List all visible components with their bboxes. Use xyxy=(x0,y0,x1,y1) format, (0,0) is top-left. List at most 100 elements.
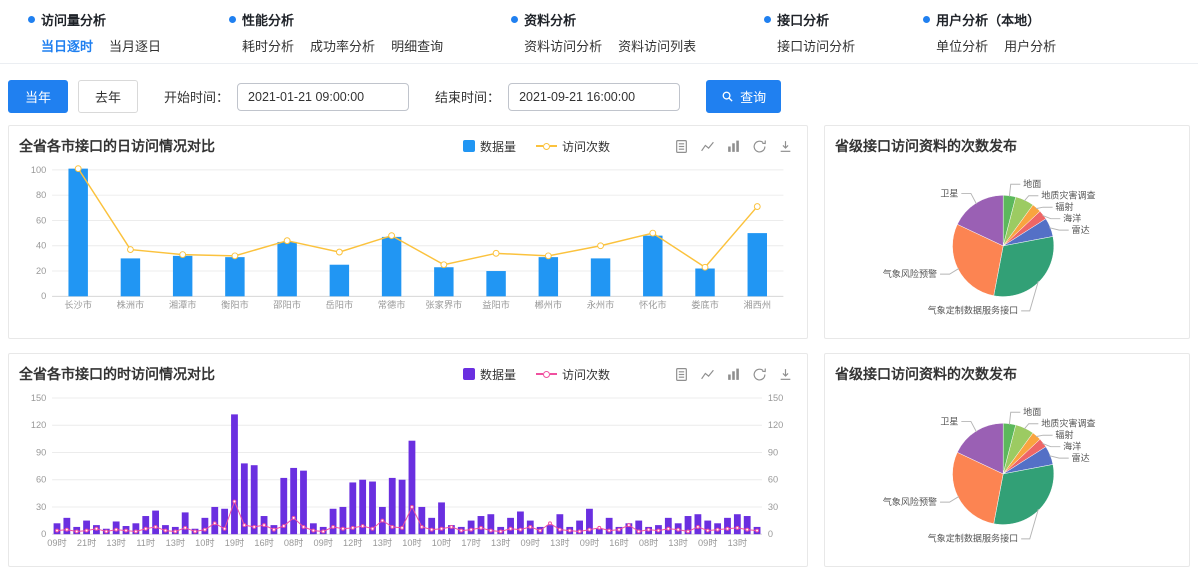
svg-text:10时: 10时 xyxy=(432,537,451,548)
start-time-label: 开始时间： xyxy=(164,87,229,106)
switch-bar-chart-icon[interactable] xyxy=(726,139,741,154)
nav-item-success-rate-analysis[interactable]: 成功率分析 xyxy=(310,36,375,55)
svg-text:150: 150 xyxy=(768,393,783,403)
svg-text:辐射: 辐射 xyxy=(1055,201,1073,212)
data-view-icon[interactable] xyxy=(674,139,689,154)
svg-text:气象定制数据服务接口: 气象定制数据服务接口 xyxy=(928,533,1019,544)
data-view-icon[interactable] xyxy=(674,367,689,382)
switch-bar-chart-icon[interactable] xyxy=(726,367,741,382)
nav-item-data-access-analysis[interactable]: 资料访问分析 xyxy=(524,36,602,55)
svg-text:60: 60 xyxy=(768,475,778,485)
chart-legend: 数据量 访问次数 xyxy=(463,138,610,155)
legend-item-data-volume[interactable]: 数据量 xyxy=(463,366,516,383)
nav-group-title: 接口分析 xyxy=(777,10,829,29)
svg-text:08时: 08时 xyxy=(284,537,303,548)
nav-item-time-cost-analysis[interactable]: 耗时分析 xyxy=(242,36,294,55)
restore-icon[interactable] xyxy=(752,139,767,154)
bullet-icon xyxy=(511,16,518,23)
svg-text:邵阳市: 邵阳市 xyxy=(273,299,301,310)
svg-text:湘西州: 湘西州 xyxy=(743,299,771,310)
svg-text:13时: 13时 xyxy=(728,537,747,548)
svg-text:衡阳市: 衡阳市 xyxy=(221,299,249,310)
bullet-icon xyxy=(923,16,930,23)
end-time-input[interactable] xyxy=(508,83,680,111)
last-year-button[interactable]: 去年 xyxy=(78,80,138,113)
svg-text:08时: 08时 xyxy=(639,537,658,548)
switch-line-chart-icon[interactable] xyxy=(700,139,715,154)
svg-text:90: 90 xyxy=(768,447,778,457)
this-year-button[interactable]: 当年 xyxy=(8,80,68,113)
svg-text:0: 0 xyxy=(41,529,46,539)
nav-group-title: 性能分析 xyxy=(242,10,294,29)
svg-text:雷达: 雷达 xyxy=(1072,452,1090,463)
panel-title: 省级接口访问资料的次数发布 xyxy=(835,136,1017,156)
nav-item-data-access-list[interactable]: 资料访问列表 xyxy=(618,36,696,55)
svg-text:13时: 13时 xyxy=(166,537,185,548)
nav-item-user-analysis[interactable]: 用户分析 xyxy=(1004,36,1056,55)
switch-line-chart-icon[interactable] xyxy=(700,367,715,382)
nav-group-performance: 性能分析 耗时分析 成功率分析 明细查询 xyxy=(229,10,443,55)
svg-text:10时: 10时 xyxy=(402,537,421,548)
province-access-pie-chart-top[interactable]: 地面地质灾害调查辐射海洋雷达气象定制数据服务接口气象风险预警卫星 xyxy=(835,158,1179,330)
nav-group-data: 资料分析 资料访问分析 资料访问列表 xyxy=(511,10,696,55)
svg-text:13时: 13时 xyxy=(373,537,392,548)
svg-text:地面: 地面 xyxy=(1023,178,1041,189)
query-button-label: 查询 xyxy=(740,87,766,106)
nav-item-interface-access-analysis[interactable]: 接口访问分析 xyxy=(777,36,855,55)
nav-group-visits: 访问量分析 当日逐时 当月逐日 xyxy=(28,10,161,55)
nav-group-title: 用户分析（本地） xyxy=(936,10,1040,29)
svg-text:娄底市: 娄底市 xyxy=(691,299,719,310)
filter-bar: 当年 去年 开始时间： 结束时间： 查询 xyxy=(0,64,1198,125)
bullet-icon xyxy=(764,16,771,23)
panel-title: 全省各市接口的日访问情况对比 xyxy=(19,136,215,156)
nav-item-daily-this-month[interactable]: 当月逐日 xyxy=(109,36,161,55)
top-navigation: 访问量分析 当日逐时 当月逐日 性能分析 耗时分析 成功率分析 明细查询 资料分… xyxy=(0,0,1198,64)
legend-item-visit-count[interactable]: 访问次数 xyxy=(536,366,610,383)
svg-text:16时: 16时 xyxy=(254,537,273,548)
restore-icon[interactable] xyxy=(752,367,767,382)
svg-text:30: 30 xyxy=(36,502,46,512)
svg-text:雷达: 雷达 xyxy=(1072,224,1090,235)
nav-item-unit-analysis[interactable]: 单位分析 xyxy=(936,36,988,55)
legend-item-data-volume[interactable]: 数据量 xyxy=(463,138,516,155)
nav-item-hourly-today[interactable]: 当日逐时 xyxy=(41,36,93,55)
svg-text:长沙市: 长沙市 xyxy=(64,299,92,310)
svg-text:09时: 09时 xyxy=(698,537,717,548)
svg-text:09时: 09时 xyxy=(580,537,599,548)
panel-title: 省级接口访问资料的次数发布 xyxy=(835,364,1017,384)
svg-text:地质灾害调查: 地质灾害调查 xyxy=(1041,190,1095,201)
legend-item-visit-count[interactable]: 访问次数 xyxy=(536,138,610,155)
legend-swatch-icon xyxy=(536,371,557,378)
svg-text:17时: 17时 xyxy=(461,537,480,548)
legend-label: 访问次数 xyxy=(562,366,610,383)
panel-hourly-comparison: 全省各市接口的时访问情况对比 数据量 访问次数 xyxy=(8,353,808,567)
svg-text:郴州市: 郴州市 xyxy=(534,299,562,310)
svg-text:0: 0 xyxy=(768,529,773,539)
svg-text:气象定制数据服务接口: 气象定制数据服务接口 xyxy=(928,305,1019,316)
svg-text:湘潭市: 湘潭市 xyxy=(169,299,197,310)
svg-text:永州市: 永州市 xyxy=(587,299,615,310)
svg-text:岳阳市: 岳阳市 xyxy=(326,299,354,310)
start-time-input[interactable] xyxy=(237,83,409,111)
legend-swatch-icon xyxy=(463,140,475,152)
download-icon[interactable] xyxy=(778,367,793,382)
province-access-pie-chart-bottom[interactable]: 地面地质灾害调查辐射海洋雷达气象定制数据服务接口气象风险预警卫星 xyxy=(835,386,1179,558)
bullet-icon xyxy=(28,16,35,23)
chart-toolbox xyxy=(674,367,793,382)
search-icon xyxy=(721,90,734,103)
query-button[interactable]: 查询 xyxy=(706,80,781,113)
download-icon[interactable] xyxy=(778,139,793,154)
svg-text:益阳市: 益阳市 xyxy=(482,299,510,310)
svg-text:13时: 13时 xyxy=(668,537,687,548)
svg-text:张家界市: 张家界市 xyxy=(425,299,462,310)
svg-text:常德市: 常德市 xyxy=(378,299,406,310)
svg-text:13时: 13时 xyxy=(491,537,510,548)
svg-text:21时: 21时 xyxy=(77,537,96,548)
svg-text:60: 60 xyxy=(36,215,46,225)
panel-title: 全省各市接口的时访问情况对比 xyxy=(19,364,215,384)
svg-text:13时: 13时 xyxy=(550,537,569,548)
svg-text:株洲市: 株洲市 xyxy=(117,299,145,310)
nav-item-detail-query[interactable]: 明细查询 xyxy=(391,36,443,55)
hourly-bar-line-chart[interactable]: 0030306060909012012015015009时21时13时11时13… xyxy=(19,386,797,554)
daily-bar-line-chart[interactable]: 020406080100长沙市株洲市湘潭市衡阳市邵阳市岳阳市常德市张家界市益阳市… xyxy=(19,158,797,316)
